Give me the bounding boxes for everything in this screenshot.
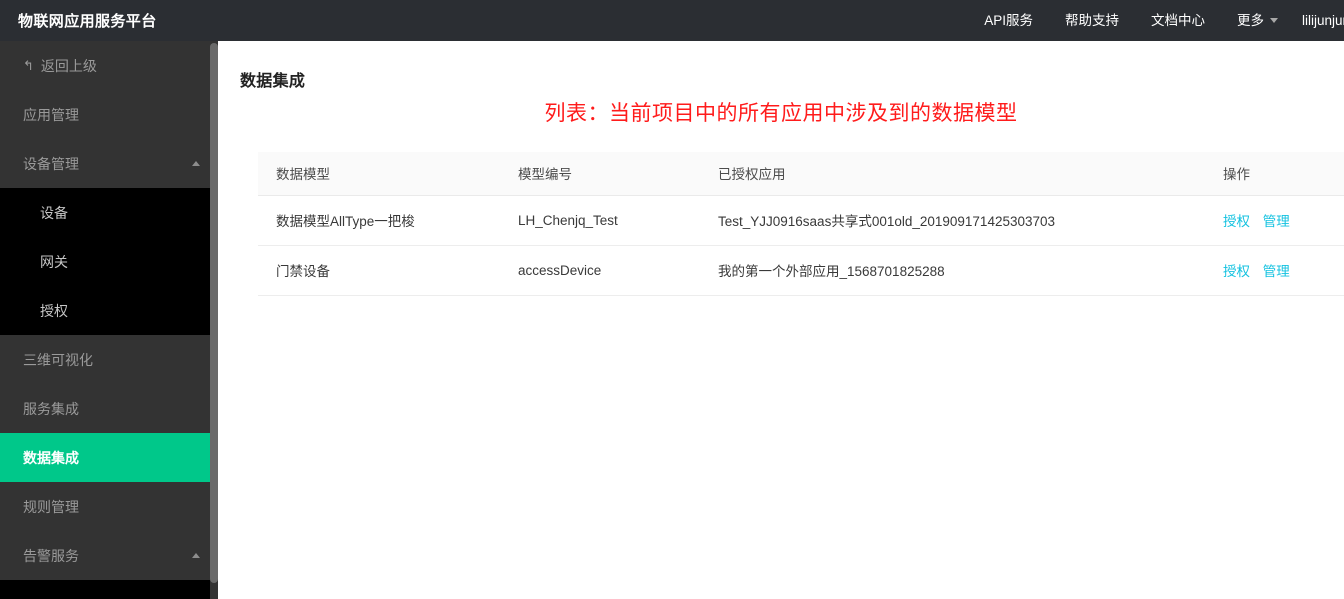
sidebar-item-device-management[interactable]: 设备管理: [0, 139, 218, 188]
annotation-text: 列表：当前项目中的所有应用中涉及到的数据模型: [544, 102, 1018, 125]
sidebar-subitem-device-label: 设备: [40, 204, 68, 221]
data-model-table: 数据模型 模型编号 已授权应用 操作 数据模型AllType一把梭 LH_Che…: [258, 152, 1344, 296]
sidebar-item-alarm-service-label: 告警服务: [23, 547, 79, 564]
column-header-actions: 操作: [1205, 152, 1344, 196]
sidebar-item-back[interactable]: ↰ 返回上级: [0, 41, 218, 90]
top-bar: 物联网应用服务平台 API服务 帮助支持 文档中心 更多 lilijunjun: [0, 0, 1344, 41]
sidebar-submenu-alarm-service: [0, 580, 218, 599]
sidebar-item-3d-visualization[interactable]: 三维可视化: [0, 335, 218, 384]
column-header-authorized-apps: 已授权应用: [700, 152, 1205, 196]
cell-model-name: 门禁设备: [258, 245, 500, 296]
sidebar-subitem-gateway[interactable]: 网关: [0, 237, 218, 286]
app-brand-title: 物联网应用服务平台: [18, 13, 157, 30]
nav-item-more-label: 更多: [1237, 13, 1264, 28]
cell-model-name: 数据模型AllType一把梭: [258, 195, 500, 246]
column-header-model: 数据模型: [258, 152, 500, 196]
cell-model-code: accessDevice: [500, 245, 700, 296]
manage-link[interactable]: 管理: [1263, 264, 1290, 279]
table-header: 数据模型 模型编号 已授权应用 操作: [258, 152, 1344, 196]
authorize-link[interactable]: 授权: [1223, 214, 1250, 229]
chevron-down-icon: [1270, 17, 1278, 23]
sidebar-subitem-authorization-label: 授权: [40, 302, 68, 319]
sidebar-subitem-device[interactable]: 设备: [0, 188, 218, 237]
nav-item-more[interactable]: 更多: [1221, 0, 1286, 41]
sidebar-item-app-management[interactable]: 应用管理: [0, 90, 218, 139]
table-row: 门禁设备 accessDevice 我的第一个外部应用_156870182528…: [258, 245, 1344, 296]
sidebar-item-3d-visualization-label: 三维可视化: [23, 351, 93, 368]
sidebar-scrollbar-thumb[interactable]: [210, 43, 218, 583]
nav-item-help-support[interactable]: 帮助支持: [1049, 0, 1135, 41]
sidebar-item-app-management-label: 应用管理: [23, 106, 79, 123]
cell-authorized-apps: 我的第一个外部应用_1568701825288: [700, 245, 1205, 296]
nav-item-api-service[interactable]: API服务: [968, 0, 1049, 41]
cell-actions: 授权 管理: [1205, 195, 1344, 246]
main-content: 数据集成 列表：当前项目中的所有应用中涉及到的数据模型 数据模型 模型编号 已授…: [218, 41, 1344, 599]
sidebar: ↰ 返回上级 应用管理 设备管理 设备 网关 授权 三维可视化 服务集成 数据集…: [0, 41, 218, 599]
sidebar-subitem-gateway-label: 网关: [40, 253, 68, 270]
sidebar-item-device-management-label: 设备管理: [23, 155, 79, 172]
sidebar-item-rule-management[interactable]: 规则管理: [0, 482, 218, 531]
table-header-row: 数据模型 模型编号 已授权应用 操作: [258, 152, 1344, 196]
sidebar-subitem-authorization[interactable]: 授权: [0, 286, 218, 335]
sidebar-submenu-device-management: 设备 网关 授权: [0, 188, 218, 335]
manage-link[interactable]: 管理: [1263, 214, 1290, 229]
top-navigation: API服务 帮助支持 文档中心 更多 lilijunjun: [968, 0, 1344, 41]
sidebar-item-data-integration[interactable]: 数据集成: [0, 433, 218, 482]
chevron-up-icon: [192, 553, 200, 558]
nav-item-doc-center[interactable]: 文档中心: [1135, 0, 1221, 41]
column-header-code: 模型编号: [500, 152, 700, 196]
chevron-up-icon: [192, 161, 200, 166]
sidebar-item-data-integration-label: 数据集成: [23, 449, 79, 466]
back-arrow-icon: ↰: [23, 58, 34, 73]
cell-model-code: LH_Chenjq_Test: [500, 195, 700, 246]
cell-actions: 授权 管理: [1205, 245, 1344, 296]
sidebar-item-service-integration[interactable]: 服务集成: [0, 384, 218, 433]
sidebar-item-back-label: 返回上级: [40, 57, 97, 74]
sidebar-item-service-integration-label: 服务集成: [23, 400, 79, 417]
data-model-table-container: 数据模型 模型编号 已授权应用 操作 数据模型AllType一把梭 LH_Che…: [258, 152, 1344, 296]
sidebar-item-alarm-service[interactable]: 告警服务: [0, 531, 218, 580]
user-account-menu[interactable]: lilijunjun: [1286, 0, 1344, 41]
authorize-link[interactable]: 授权: [1223, 264, 1250, 279]
sidebar-menu: ↰ 返回上级 应用管理 设备管理 设备 网关 授权 三维可视化 服务集成 数据集…: [0, 41, 218, 599]
table-body: 数据模型AllType一把梭 LH_Chenjq_Test Test_YJJ09…: [258, 195, 1344, 296]
page-title: 数据集成: [240, 73, 306, 90]
sidebar-item-rule-management-label: 规则管理: [23, 498, 79, 515]
cell-authorized-apps: Test_YJJ0916saas共享式001old_20190917142530…: [700, 195, 1205, 246]
table-row: 数据模型AllType一把梭 LH_Chenjq_Test Test_YJJ09…: [258, 195, 1344, 246]
